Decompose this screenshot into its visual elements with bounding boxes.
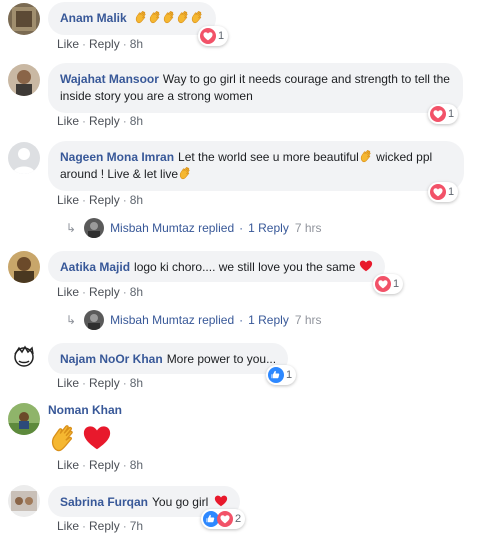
like-link[interactable]: Like	[57, 519, 79, 533]
comment-actions: Like · Reply · 8h	[57, 193, 144, 207]
reaction-summary[interactable]: 1	[198, 26, 229, 46]
reaction-summary[interactable]: 1	[266, 365, 297, 385]
reply-link[interactable]: Reply	[89, 114, 120, 128]
comment-bubble: Wajahat Mansoor Way to go girl it needs c…	[48, 63, 463, 113]
avatar[interactable]	[8, 485, 40, 517]
heart-icon	[81, 423, 113, 453]
reply-link[interactable]: Reply	[89, 519, 120, 533]
timestamp[interactable]: 7h	[130, 519, 143, 533]
clap-icon	[190, 10, 204, 24]
avatar[interactable]	[8, 403, 40, 435]
comment-author[interactable]: Noman Khan	[48, 403, 122, 417]
reaction-summary[interactable]: 1	[428, 182, 459, 202]
reaction-count: 1	[448, 108, 455, 120]
view-replies-link[interactable]: ↳ Misbah Mumtaz replied · 1 Reply 7 hrs	[66, 218, 322, 238]
reaction-count: 1	[448, 186, 455, 198]
clap-icon	[176, 10, 190, 24]
clap-icon	[148, 10, 162, 24]
like-link[interactable]: Like	[57, 114, 79, 128]
avatar[interactable]	[8, 3, 40, 35]
reply-link[interactable]: Reply	[89, 193, 120, 207]
comment-author[interactable]: Aatika Majid	[60, 260, 130, 274]
comment-sticker	[48, 423, 113, 455]
reply-count[interactable]: 1 Reply	[248, 313, 289, 327]
timestamp[interactable]: 8h	[130, 37, 143, 51]
comment-actions: Like · Reply · 8h	[57, 285, 144, 299]
timestamp[interactable]: 8h	[130, 458, 143, 472]
heart-reaction-icon	[200, 28, 216, 44]
view-replies-link[interactable]: ↳ Misbah Mumtaz replied · 1 Reply 7 hrs	[66, 310, 322, 330]
avatar[interactable]	[8, 64, 40, 96]
reply-link[interactable]: Reply	[89, 37, 120, 51]
comment-author[interactable]: Nageen Mona Imran	[60, 150, 174, 164]
heart-icon	[214, 494, 228, 508]
comment-actions: Like · Reply · 8h	[57, 37, 144, 51]
clap-icon	[48, 423, 78, 453]
reaction-count: 1	[286, 369, 293, 381]
comment-actions: Like · Reply · 8h	[57, 376, 144, 390]
reaction-summary[interactable]: 1	[428, 104, 459, 124]
timestamp[interactable]: 8h	[130, 193, 143, 207]
avatar	[84, 218, 105, 238]
comment-text: Let the world see u more beautiful	[178, 150, 359, 164]
comment-bubble: Aatika Majid logo ki choro.... we still l…	[48, 251, 385, 282]
avatar[interactable]	[8, 142, 40, 174]
comment-bubble: Nageen Mona Imran Let the world see u mor…	[48, 141, 464, 191]
like-link[interactable]: Like	[57, 285, 79, 299]
avatar[interactable]	[8, 342, 40, 374]
like-link[interactable]: Like	[57, 37, 79, 51]
reply-arrow-icon: ↳	[66, 313, 77, 327]
heart-reaction-icon	[217, 511, 233, 527]
reaction-count: 1	[393, 278, 400, 290]
avatar[interactable]	[8, 251, 40, 283]
reply-link[interactable]: Reply	[89, 458, 120, 472]
replier-name[interactable]: Misbah Mumtaz replied	[110, 313, 234, 327]
reply-count[interactable]: 1 Reply	[248, 221, 289, 235]
reaction-summary[interactable]: 2	[201, 509, 246, 529]
avatar	[84, 310, 105, 330]
reaction-count: 1	[218, 30, 225, 42]
timestamp[interactable]: 8h	[130, 376, 143, 390]
comment-bubble: Anam Malik	[48, 2, 217, 35]
clap-icon	[359, 149, 373, 163]
reply-arrow-icon: ↳	[66, 221, 77, 235]
heart-reaction-icon	[430, 184, 446, 200]
reply-link[interactable]: Reply	[89, 285, 120, 299]
comment-author[interactable]: Najam NoOr Khan	[60, 352, 163, 366]
reaction-count: 2	[235, 513, 242, 525]
like-link[interactable]: Like	[57, 193, 79, 207]
clap-icon	[162, 10, 176, 24]
comment-author[interactable]: Wajahat Mansoor	[60, 72, 159, 86]
clap-icon	[134, 10, 148, 24]
like-link[interactable]: Like	[57, 376, 79, 390]
comment-actions: Like · Reply · 8h	[57, 458, 144, 472]
like-link[interactable]: Like	[57, 458, 79, 472]
clap-emoji-row	[134, 11, 204, 25]
reply-link[interactable]: Reply	[89, 376, 120, 390]
comment-text: More power to you...	[166, 352, 277, 366]
reply-time: 7 hrs	[294, 221, 322, 235]
comment-actions: Like · Reply · 7h	[57, 519, 144, 533]
reply-time: 7 hrs	[294, 313, 322, 327]
folded-hands-icon	[178, 166, 192, 180]
comment-text: logo ki choro.... we still love you the …	[134, 260, 356, 274]
timestamp[interactable]: 8h	[130, 285, 143, 299]
replier-name[interactable]: Misbah Mumtaz replied	[110, 221, 234, 235]
reaction-summary[interactable]: 1	[373, 274, 404, 294]
heart-reaction-icon	[430, 106, 446, 122]
comment-text: You go girl	[152, 495, 209, 509]
timestamp[interactable]: 8h	[130, 114, 143, 128]
comment-author[interactable]: Sabrina Furqan	[60, 495, 148, 509]
heart-reaction-icon	[375, 276, 391, 292]
comment-actions: Like · Reply · 8h	[57, 114, 144, 128]
comment-bubble: Najam NoOr Khan More power to you...	[48, 343, 289, 374]
heart-icon	[359, 259, 373, 273]
comment-author[interactable]: Anam Malik	[60, 11, 127, 25]
like-reaction-icon	[268, 367, 284, 383]
